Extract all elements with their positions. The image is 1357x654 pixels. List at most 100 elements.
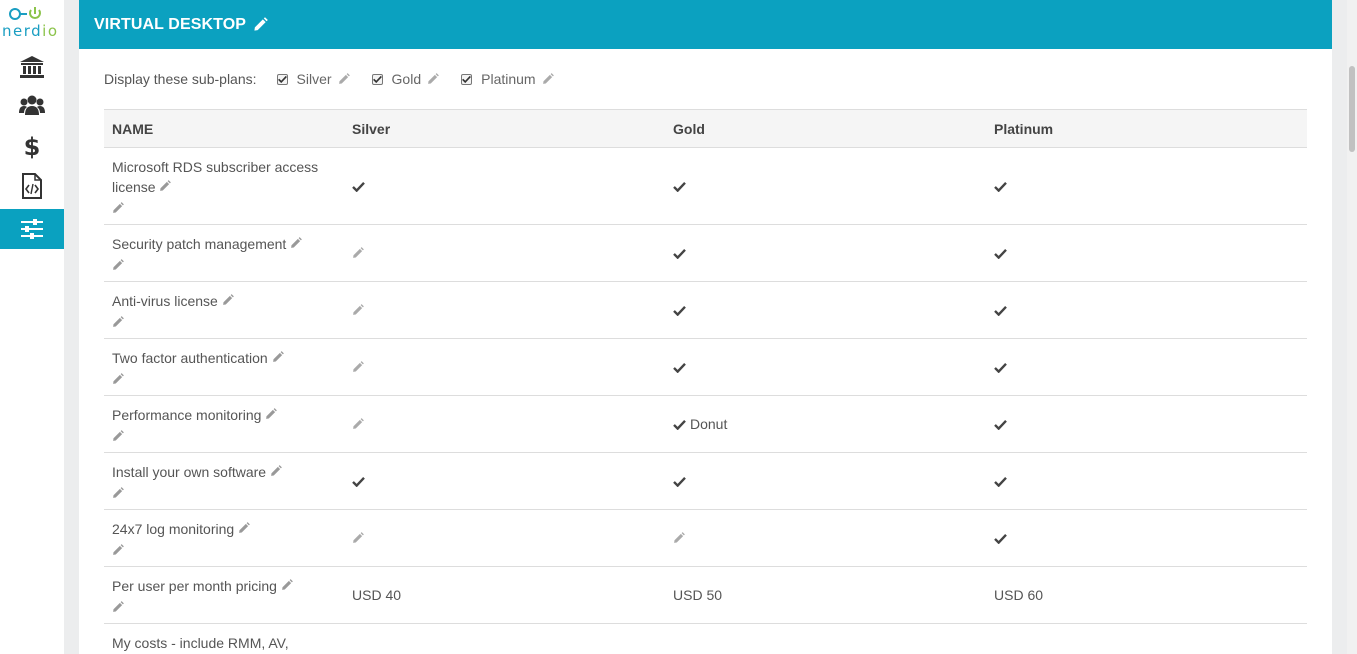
nav-users[interactable] [0,85,64,125]
vertical-scrollbar[interactable] [1347,0,1357,654]
gold-cell[interactable] [665,224,986,282]
silver-cell[interactable] [344,147,665,225]
edit-note-pencil-icon[interactable] [112,544,124,556]
bank-icon [20,56,44,78]
check-icon [673,419,686,430]
scrollbar-thumb[interactable] [1349,66,1355,152]
edit-cell-pencil-icon[interactable] [352,361,364,373]
platinum-cell[interactable] [986,395,1307,453]
col-header-gold[interactable]: Gold [665,109,986,148]
edit-subplan-pencil-icon[interactable] [338,73,350,85]
edit-feature-pencil-icon[interactable] [265,408,278,420]
edit-cell-pencil-icon[interactable] [352,418,364,430]
nerdio-logo[interactable]: nerdio [0,2,64,42]
edit-feature-pencil-icon[interactable] [238,522,250,534]
gold-cell[interactable] [665,147,986,225]
check-icon [994,476,1007,487]
table-row: Microsoft RDS subscriber access license [104,147,1307,225]
edit-note-pencil-icon[interactable] [112,487,124,499]
checkbox-check-icon [277,75,287,83]
feature-name: Microsoft RDS subscriber access license [112,159,319,195]
edit-feature-pencil-icon[interactable] [270,465,282,477]
check-icon [673,362,686,373]
edit-note-pencil-icon[interactable] [112,202,124,214]
silver-cell[interactable] [344,224,665,282]
check-icon [673,476,686,487]
edit-note-pencil-icon[interactable] [112,430,124,442]
edit-feature-pencil-icon[interactable] [281,579,293,591]
price-value: USD 40 [352,587,402,603]
price-value: USD 60 [994,587,1044,603]
edit-feature-pencil-icon[interactable] [222,294,234,306]
subplan-checkbox[interactable] [461,73,473,85]
edit-subplan-pencil-icon[interactable] [542,73,554,85]
edit-note-pencil-icon[interactable] [112,316,124,328]
users-icon [19,95,45,115]
table-row: My costs - include RMM, AV, [104,624,1307,654]
platinum-cell[interactable] [986,338,1307,396]
platinum-cell[interactable] [986,281,1307,339]
edit-note-pencil-icon[interactable] [112,373,124,385]
nav-billing[interactable]: $ [0,126,64,166]
col-header-platinum[interactable]: Platinum [986,109,1307,148]
platinum-cell[interactable] [986,224,1307,282]
table-row: Two factor authentication [104,338,1307,396]
gold-cell[interactable] [665,338,986,396]
subplan-checkbox[interactable] [276,73,288,85]
edit-cell-pencil-icon[interactable] [352,247,364,259]
nav-settings[interactable] [0,209,64,249]
platinum-cell[interactable] [986,452,1307,510]
edit-subplan-pencil-icon[interactable] [427,73,439,85]
nav-code[interactable] [0,166,64,206]
subplan-option: Gold [371,71,440,87]
gold-cell[interactable]: USD 50 [665,566,986,624]
silver-cell[interactable] [344,338,665,396]
feature-name: My costs - include RMM, AV, [112,635,289,651]
edit-feature-pencil-icon[interactable] [159,180,172,192]
silver-cell[interactable] [344,509,665,567]
check-icon [352,476,365,487]
edit-title-pencil-icon[interactable] [253,17,268,32]
nav-bank[interactable] [0,47,64,87]
gold-cell[interactable] [665,624,986,654]
platinum-cell[interactable]: USD 60 [986,566,1307,624]
logo-mark-icon [9,7,41,20]
feature-name-cell: Two factor authentication [104,338,344,396]
platinum-cell[interactable] [986,147,1307,225]
edit-cell-pencil-icon[interactable] [352,304,364,316]
check-icon [994,533,1007,544]
main-panel: VIRTUAL DESKTOP Display these sub-plans:… [79,0,1332,654]
silver-cell[interactable] [344,281,665,339]
subplan-checkbox[interactable] [371,73,383,85]
edit-cell-pencil-icon[interactable] [352,532,364,544]
subplan-option: Platinum [461,71,554,87]
edit-feature-pencil-icon[interactable] [290,237,303,249]
gold-cell[interactable] [665,281,986,339]
gold-cell[interactable]: Donut [665,395,986,453]
edit-note-pencil-icon[interactable] [112,259,124,271]
platinum-cell[interactable] [986,624,1307,654]
edit-cell-pencil-icon[interactable] [673,532,685,544]
subplan-option: Silver [276,71,350,87]
feature-name: Security patch management [112,236,287,252]
cell-note: Donut [690,416,728,432]
platinum-cell[interactable] [986,509,1307,567]
edit-feature-pencil-icon[interactable] [272,351,284,363]
checkbox-check-icon [462,75,472,83]
silver-cell[interactable] [344,624,665,654]
gold-cell[interactable] [665,509,986,567]
table-row: 24x7 log monitoring [104,509,1307,567]
feature-name-cell: Per user per month pricing [104,566,344,624]
check-icon [673,181,686,192]
silver-cell[interactable] [344,452,665,510]
silver-cell[interactable] [344,395,665,453]
col-header-name[interactable]: NAME [104,109,344,148]
table-header-row: NAME Silver Gold Platinum [104,109,1307,148]
check-icon [673,305,686,316]
gold-cell[interactable] [665,452,986,510]
feature-name-cell: Security patch management [104,224,344,282]
col-header-silver[interactable]: Silver [344,109,665,148]
silver-cell[interactable]: USD 40 [344,566,665,624]
edit-note-pencil-icon[interactable] [112,601,124,613]
check-icon [994,248,1007,259]
